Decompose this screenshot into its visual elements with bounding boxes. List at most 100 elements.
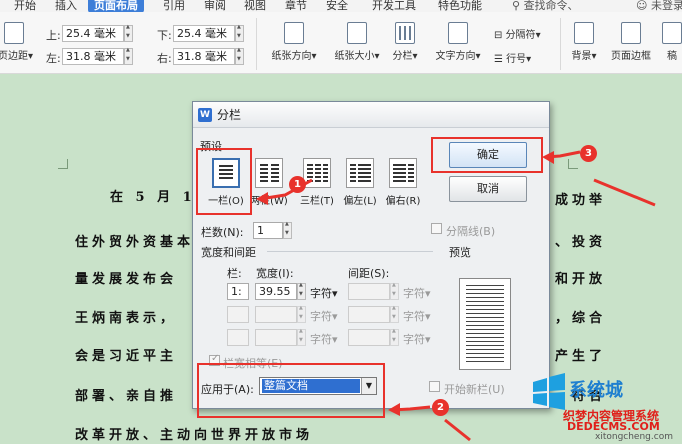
watermark: 系统城 织梦内容管理系统 DEDECMS.COM xitongcheng.com <box>525 372 682 444</box>
search-hint: 查找命令、 <box>523 0 579 12</box>
preset-two-columns-label: 两栏(W) <box>250 196 288 207</box>
col-header: 栏: <box>227 267 242 280</box>
ribbon-toolbar: 页边距▾ 上: 25.4 毫米 左: 31.8 毫米 下: 25.4 毫米 右:… <box>0 12 682 74</box>
user-status[interactable]: ☺ 未登录 <box>636 0 682 12</box>
background-button[interactable]: 背景▾ <box>568 22 600 62</box>
text-direction-button[interactable]: 文字方向▾ <box>430 22 486 62</box>
windows-logo-icon <box>533 373 565 410</box>
dialog-title: 分栏 <box>217 108 242 122</box>
doc-line-3: 量发展发布会 <box>75 272 178 287</box>
column-width-unit-3: 字符▾ <box>310 333 338 346</box>
bottom-margin-label: 下: <box>157 29 172 42</box>
manuscript-button[interactable]: 稿 <box>662 22 682 62</box>
tab-chapter[interactable]: 章节 <box>285 0 307 12</box>
column-spacing-unit-1: 字符▾ <box>403 287 431 300</box>
preset-left-label: 偏左(L) <box>343 196 377 207</box>
right-margin-label: 右: <box>157 52 172 65</box>
highlight-one-column <box>196 148 252 215</box>
column-width-spinner-1[interactable] <box>297 282 306 300</box>
column-width-input-2 <box>255 306 297 323</box>
ribbon-separator <box>256 18 257 70</box>
column-preview <box>459 278 511 370</box>
margins-button[interactable]: 页边距▾ <box>0 22 33 62</box>
page-corner-mark <box>58 159 68 169</box>
wps-writer-icon: W <box>198 108 212 122</box>
page-corner-mark <box>568 159 578 169</box>
column-number-3 <box>227 329 249 346</box>
ribbon-separator <box>560 18 561 70</box>
page-break-icon: ⊟ <box>494 30 506 41</box>
paper-size-icon <box>347 22 367 44</box>
text-direction-icon <box>448 22 468 44</box>
page-border-label: 页面边框 <box>611 51 651 62</box>
doc-line-4: 王炳南表示， <box>75 311 178 326</box>
start-new-column-checkbox[interactable] <box>429 381 440 392</box>
left-margin-spinner[interactable] <box>124 47 133 65</box>
line-number-label: 行号 <box>506 54 527 65</box>
tab-view[interactable]: 视图 <box>244 0 266 12</box>
preview-label: 预览 <box>449 246 471 259</box>
right-margin-spinner[interactable] <box>235 47 244 65</box>
column-width-input-1[interactable]: 39.55 <box>255 283 297 300</box>
columns-button[interactable]: 分栏▾ <box>390 22 420 62</box>
line-number-dropdown[interactable]: ☰ 行号▾ <box>494 50 531 65</box>
separator-line-checkbox[interactable] <box>431 223 442 234</box>
manuscript-label: 稿 <box>667 51 677 62</box>
tab-special-features[interactable]: 特色功能 <box>438 0 482 12</box>
preset-left[interactable]: 偏左(L) <box>343 158 377 207</box>
watermark-brand: 系统城 <box>569 380 623 401</box>
tab-developer[interactable]: 开发工具 <box>372 0 416 12</box>
arrow-2-tail <box>444 418 471 442</box>
bottom-margin-spinner[interactable] <box>235 24 244 42</box>
paper-size-button[interactable]: 纸张大小▾ <box>330 22 384 62</box>
bottom-margin-input[interactable]: 25.4 毫米 <box>173 25 235 42</box>
column-spacing-unit-2: 字符▾ <box>403 310 431 323</box>
doc-line-5: 会是习近平主 <box>75 349 178 364</box>
column-width-unit-2: 字符▾ <box>310 310 338 323</box>
columns-label: 分栏 <box>392 51 413 62</box>
tab-references[interactable]: 引用 <box>163 0 185 12</box>
separator-dropdown[interactable]: ⊟ 分隔符▾ <box>494 26 541 41</box>
tab-start[interactable]: 开始 <box>14 0 36 12</box>
separator-line-label: 分隔线(B) <box>446 225 496 238</box>
tab-insert[interactable]: 插入 <box>55 0 77 12</box>
cancel-button[interactable]: 取消 <box>449 176 527 202</box>
columns-count-spinner[interactable] <box>283 221 292 239</box>
tab-review[interactable]: 审阅 <box>204 0 226 12</box>
preset-right[interactable]: 偏右(R) <box>386 158 420 207</box>
doc-right-fragment-2: 、投资 <box>555 235 607 250</box>
top-margin-spinner[interactable] <box>124 24 133 42</box>
doc-right-fragment-1: 成功举 <box>555 193 607 208</box>
preset-two-columns[interactable]: 两栏(W) <box>250 158 288 207</box>
left-margin-input[interactable]: 31.8 毫米 <box>62 48 124 65</box>
highlight-apply-to <box>197 363 385 418</box>
page-border-icon <box>621 22 641 44</box>
tab-page-layout[interactable]: 页面布局 <box>88 0 144 12</box>
user-icon: ☺ <box>636 0 651 12</box>
width-spacing-group-label: 宽度和间距 <box>201 246 256 259</box>
manuscript-icon <box>662 22 682 44</box>
column-spacing-spinner-1 <box>390 282 399 300</box>
arrow-3 <box>545 150 581 159</box>
orientation-button[interactable]: 纸张方向▾ <box>266 22 322 62</box>
top-margin-label: 上: <box>46 29 61 42</box>
column-number-1: 1: <box>227 283 249 300</box>
doc-right-fragment-3: 和开放 <box>555 272 607 287</box>
spacing-header: 间距(S): <box>348 267 390 280</box>
left-margin-label: 左: <box>46 52 61 65</box>
column-spacing-input-2 <box>348 306 390 323</box>
top-margin-input[interactable]: 25.4 毫米 <box>62 25 124 42</box>
column-spacing-input-1 <box>348 283 390 300</box>
page-border-button[interactable]: 页面边框 <box>606 22 656 62</box>
ribbon-tab-strip: 开始 插入 页面布局 引用 审阅 视图 章节 安全 开发工具 特色功能 ⚲ 查找… <box>0 0 682 12</box>
tab-security[interactable]: 安全 <box>326 0 348 12</box>
column-width-unit-1[interactable]: 字符▾ <box>310 285 338 301</box>
column-width-input-3 <box>255 329 297 346</box>
right-margin-input[interactable]: 31.8 毫米 <box>173 48 235 65</box>
start-new-column-label: 开始新栏(U) <box>444 383 505 396</box>
dialog-title-bar[interactable]: W 分栏 <box>193 102 549 128</box>
background-icon <box>574 22 594 44</box>
columns-count-input[interactable]: 1 <box>253 222 283 239</box>
command-search[interactable]: ⚲ 查找命令、 <box>512 0 579 12</box>
columns-count-label: 栏数(N): <box>201 226 244 239</box>
